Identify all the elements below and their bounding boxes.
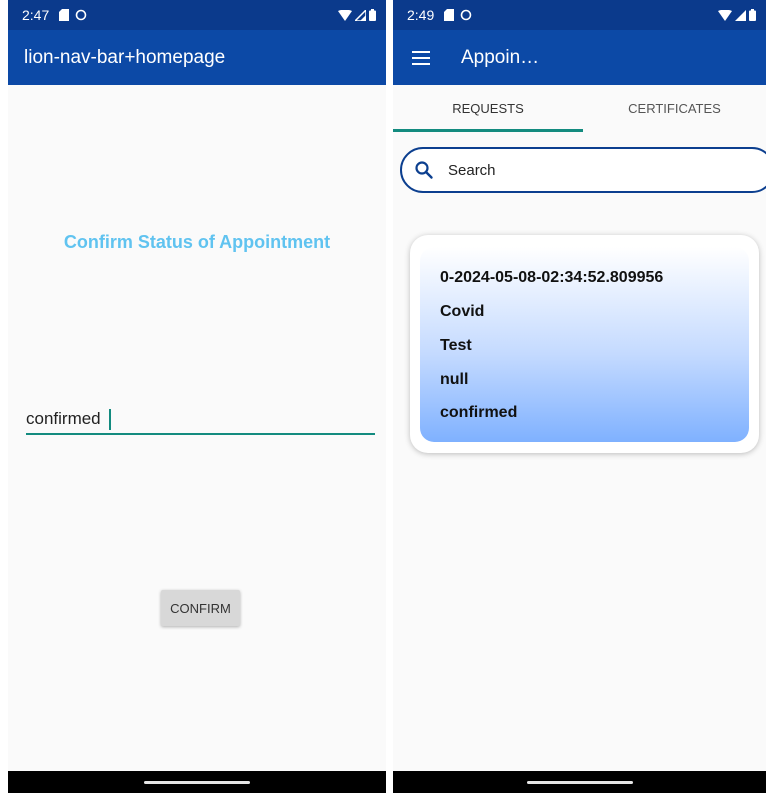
card-content: 0-2024-05-08-02:34:52.809956 Covid Test … xyxy=(420,247,749,442)
app-bar: Appoin… xyxy=(393,30,766,85)
tab-certificates[interactable]: CERTIFICATES xyxy=(583,85,766,132)
status-field[interactable] xyxy=(26,405,375,435)
status-time: 2:47 xyxy=(22,7,50,23)
sync-icon xyxy=(75,9,87,21)
status-input[interactable] xyxy=(26,405,375,433)
wifi-icon xyxy=(338,9,352,21)
app-bar: lion-nav-bar+homepage xyxy=(8,30,386,85)
status-bar: 2:49 xyxy=(393,0,766,30)
app-title: Appoin… xyxy=(461,46,540,68)
search-icon xyxy=(415,161,433,179)
sync-icon xyxy=(460,9,472,21)
tab-label: REQUESTS xyxy=(452,101,524,116)
tab-bar: REQUESTS CERTIFICATES xyxy=(393,85,766,132)
wifi-icon xyxy=(718,9,732,21)
battery-icon xyxy=(749,9,756,21)
tab-requests[interactable]: REQUESTS xyxy=(393,85,583,132)
menu-icon[interactable] xyxy=(409,46,433,70)
appointment-id: 0-2024-05-08-02:34:52.809956 xyxy=(440,269,664,286)
sd-card-icon xyxy=(444,9,455,21)
home-gesture-handle[interactable] xyxy=(526,781,633,784)
appointment-detail: null xyxy=(440,371,469,388)
navigation-bar xyxy=(8,771,386,793)
status-bar: 2:47 xyxy=(8,0,386,30)
page-heading: Confirm Status of Appointment xyxy=(63,232,331,252)
search-input[interactable] xyxy=(446,160,726,180)
appointment-status: confirmed xyxy=(440,404,518,421)
text-cursor xyxy=(109,409,111,430)
battery-icon xyxy=(369,9,376,21)
right-screen: 2:49 Appoin… REQUESTS CERTIFICATES Searc… xyxy=(393,0,766,793)
left-screen: 2:47 lion-nav-bar+homepage Confirm Statu… xyxy=(8,0,386,793)
confirm-button[interactable]: CONFIRM xyxy=(161,590,240,626)
status-time: 2:49 xyxy=(407,7,435,23)
tab-label: CERTIFICATES xyxy=(628,101,721,116)
search-bar[interactable] xyxy=(400,147,766,193)
app-title: lion-nav-bar+homepage xyxy=(24,46,226,68)
navigation-bar xyxy=(393,771,766,793)
appointment-type: Covid xyxy=(440,303,485,320)
signal-icon xyxy=(355,9,366,21)
appointment-card[interactable]: 0-2024-05-08-02:34:52.809956 Covid Test … xyxy=(410,235,759,453)
appointment-subtype: Test xyxy=(440,337,472,354)
signal-icon xyxy=(735,9,746,21)
home-gesture-handle[interactable] xyxy=(144,781,250,784)
sd-card-icon xyxy=(59,9,70,21)
tab-indicator xyxy=(393,129,583,132)
